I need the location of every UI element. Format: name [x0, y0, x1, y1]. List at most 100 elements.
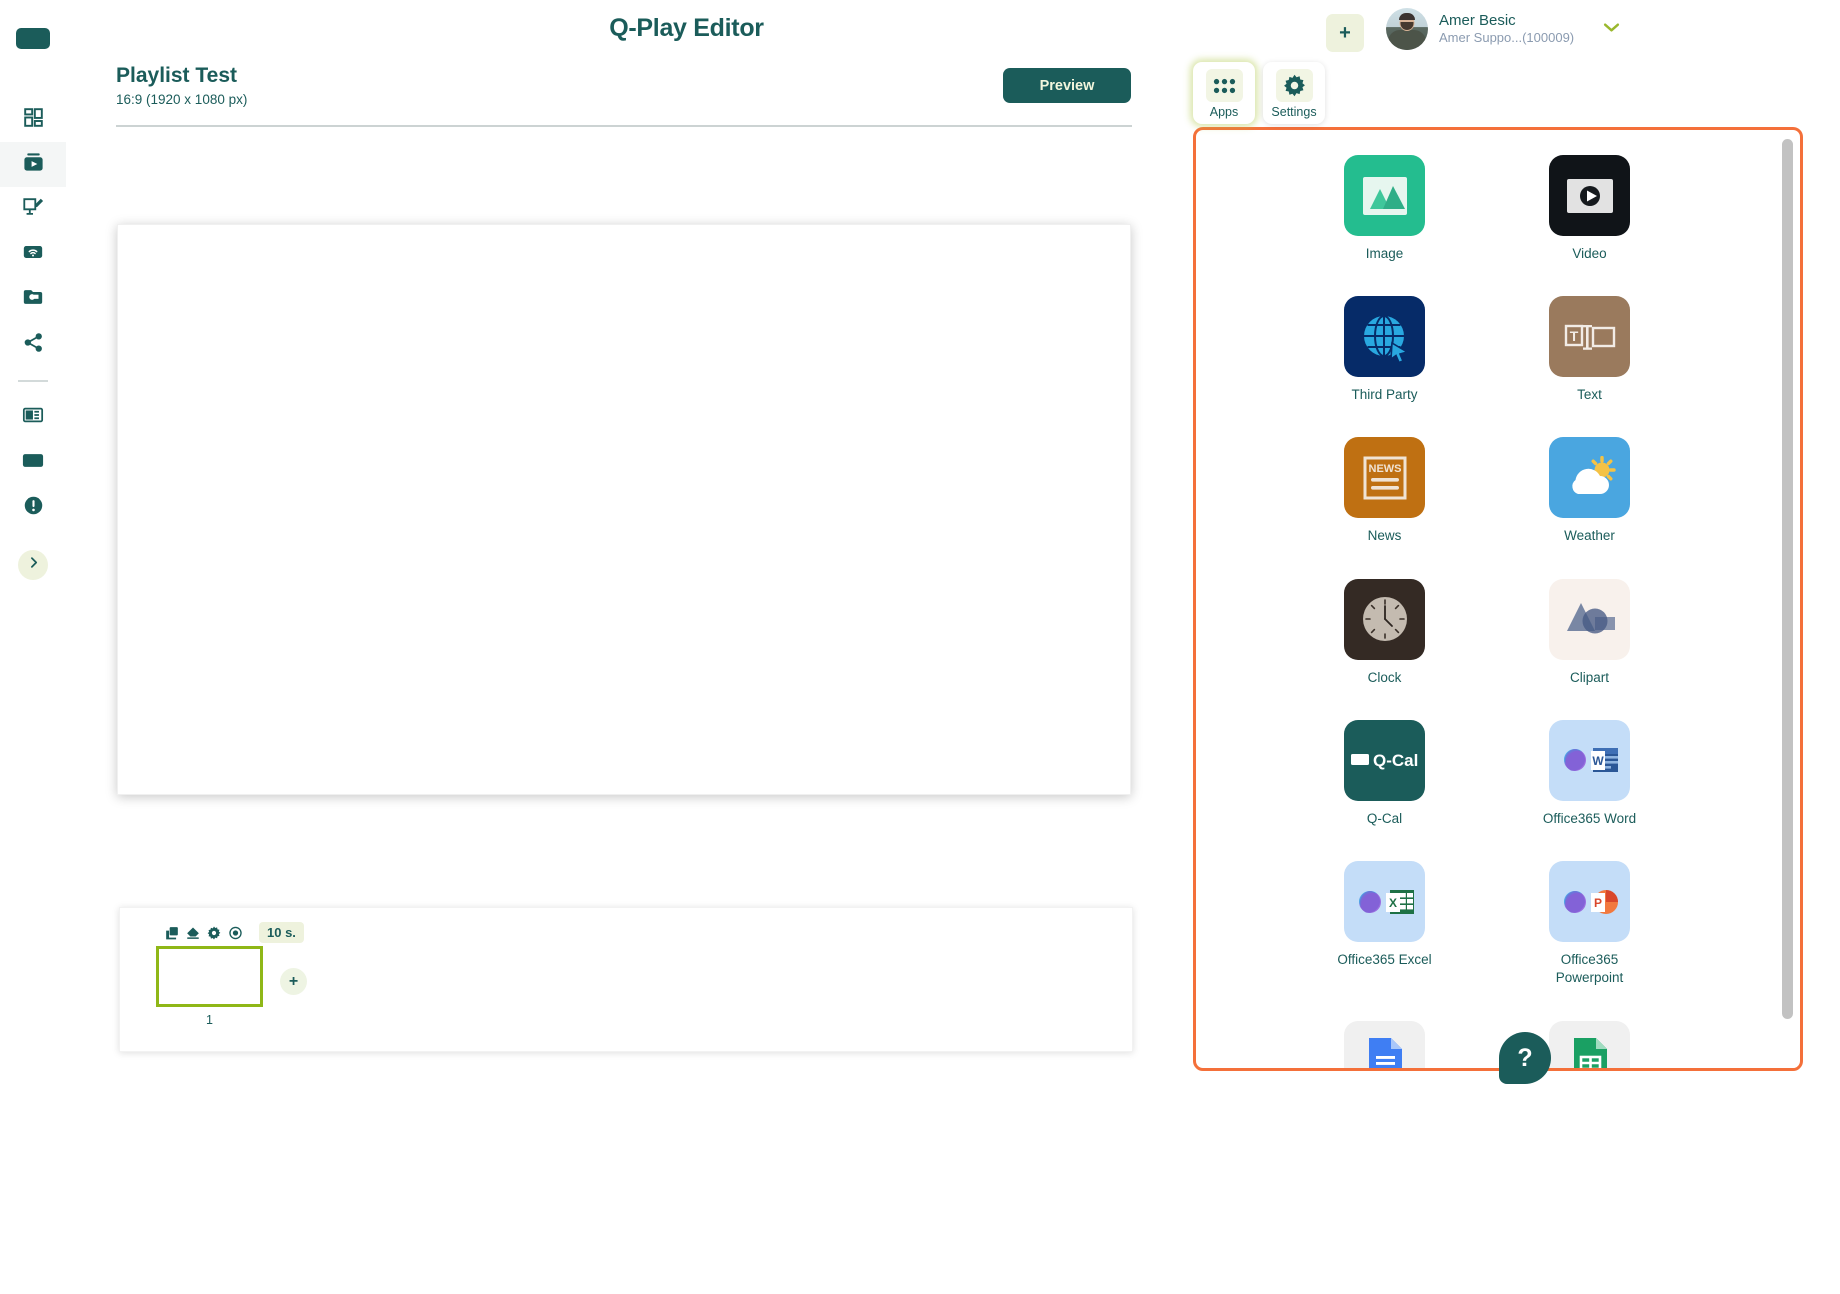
app-weather[interactable]: Weather: [1487, 437, 1692, 545]
app-label: News: [1367, 528, 1402, 544]
sidebar-item-alerts[interactable]: [0, 485, 66, 530]
tab-settings-label: Settings: [1271, 105, 1317, 119]
apps-grid-icon: [1205, 69, 1243, 102]
panel-tabs: Apps Settings: [1193, 62, 1325, 124]
eye-icon[interactable]: [228, 926, 243, 940]
dashboard-grid-icon: [23, 107, 44, 133]
eraser-icon[interactable]: [186, 926, 200, 940]
app-text[interactable]: T Text: [1487, 296, 1692, 404]
newspaper-icon: [22, 404, 44, 431]
user-account: Amer Suppo...(100009): [1439, 30, 1575, 46]
app-office365-powerpoint[interactable]: P Office365 Powerpoint: [1487, 861, 1692, 987]
app-logo[interactable]: [16, 28, 50, 49]
image-icon: [1344, 155, 1425, 236]
help-button[interactable]: ?: [1499, 1032, 1551, 1084]
apps-grid: Image Video Third Party T Text NEWS News…: [1282, 130, 1692, 1068]
app-image[interactable]: Image: [1282, 155, 1487, 263]
svg-text:W: W: [1592, 754, 1604, 768]
gsheets-icon: [1549, 1020, 1630, 1068]
app-label: Q-Cal: [1366, 810, 1403, 826]
add-slide-button[interactable]: +: [280, 968, 307, 995]
app-label: Text: [1577, 387, 1602, 403]
slide-index: 1: [206, 1013, 213, 1027]
apps-scrollbar-thumb[interactable]: [1782, 139, 1793, 1019]
share-nodes-icon: [23, 332, 44, 358]
app-video[interactable]: Video: [1487, 155, 1692, 263]
playlist-title: Playlist Test: [116, 64, 237, 87]
slide-duration[interactable]: 10 s.: [259, 922, 304, 943]
tab-apps-label: Apps: [1209, 105, 1239, 119]
sidebar-item-dashboard[interactable]: [0, 97, 66, 142]
word-icon: W: [1549, 719, 1630, 801]
powerpoint-icon: P: [1549, 861, 1630, 943]
news-icon: NEWS: [1344, 437, 1425, 519]
preview-button[interactable]: Preview: [1003, 68, 1131, 103]
app-label: Video: [1572, 246, 1607, 261]
gdocs-icon: [1344, 1020, 1425, 1068]
header-divider: [116, 125, 1132, 127]
sidebar-item-media[interactable]: [0, 277, 66, 322]
sidebar-expand-button[interactable]: [18, 550, 48, 580]
svg-text:T: T: [1569, 328, 1578, 344]
gear-icon[interactable]: [207, 925, 221, 940]
left-sidebar: [0, 0, 66, 1294]
add-button[interactable]: +: [1326, 14, 1364, 52]
qcal-icon: Q-Cal: [1344, 719, 1425, 801]
video-icon: [1549, 155, 1630, 236]
slide-canvas[interactable]: [117, 224, 1131, 795]
app-label: Weather: [1564, 528, 1615, 544]
weather-icon: [1549, 437, 1630, 519]
display-icon: [22, 453, 44, 473]
chevron-down-icon[interactable]: [1603, 20, 1620, 38]
avatar: [1386, 8, 1428, 50]
screen-edit-icon: [22, 196, 44, 223]
app-news[interactable]: NEWS News: [1282, 437, 1487, 545]
playlist-header: Playlist Test 16:9 (1920 x 1080 px): [116, 64, 247, 107]
sidebar-divider: [18, 380, 48, 382]
app-clipart[interactable]: Clipart: [1487, 578, 1692, 687]
clipart-icon: [1549, 578, 1630, 660]
excel-icon: X: [1344, 861, 1425, 943]
app-label: Office365 Powerpoint: [1555, 952, 1624, 986]
apps-scroll-area: Image Video Third Party T Text NEWS News…: [1196, 130, 1774, 1068]
user-name: Amer Besic: [1439, 11, 1516, 29]
media-playlist-icon: [22, 151, 45, 179]
sidebar-item-screens[interactable]: [0, 440, 66, 485]
app-third-party[interactable]: Third Party: [1282, 296, 1487, 404]
app-clock[interactable]: Clock: [1282, 578, 1487, 687]
slide-timeline: 10 s. 1 +: [119, 907, 1133, 1052]
page-title: Q-Play Editor: [609, 14, 764, 42]
chevron-right-icon: [27, 556, 40, 574]
user-menu[interactable]: Amer Besic Amer Suppo...(100009): [1386, 8, 1620, 50]
tab-settings[interactable]: Settings: [1263, 62, 1325, 124]
sidebar-item-share[interactable]: [0, 322, 66, 367]
tab-apps[interactable]: Apps: [1193, 62, 1255, 124]
wifi-screen-icon: [22, 241, 44, 268]
svg-text:NEWS: NEWS: [1368, 463, 1401, 475]
app-google-docs[interactable]: Google Docs: [1282, 1020, 1487, 1068]
gear-icon: [1275, 69, 1313, 102]
svg-text:P: P: [1593, 896, 1601, 910]
text-box-icon: T: [1549, 296, 1630, 378]
app-label: Office365 Excel: [1337, 952, 1432, 968]
sidebar-item-designer[interactable]: [0, 187, 66, 232]
copy-icon[interactable]: [165, 926, 179, 940]
media-library-icon: [22, 286, 44, 313]
playlist-resolution: 16:9 (1920 x 1080 px): [116, 92, 248, 107]
app-label: Office365 Word: [1542, 810, 1637, 826]
sidebar-item-playlists[interactable]: [0, 142, 66, 187]
globe-icon: [1344, 296, 1425, 378]
sidebar-item-broadcast[interactable]: [0, 232, 66, 277]
slide-thumbnail[interactable]: [156, 946, 263, 1007]
app-label: Clipart: [1569, 669, 1609, 685]
app-office365-word[interactable]: W Office365 Word: [1487, 719, 1692, 828]
sidebar-item-news[interactable]: [0, 395, 66, 440]
clock-icon: [1344, 578, 1425, 660]
app-qcal[interactable]: Q-Cal Q-Cal: [1282, 719, 1487, 828]
app-office365-excel[interactable]: X Office365 Excel: [1282, 861, 1487, 987]
apps-scrollbar-track[interactable]: [1782, 133, 1797, 1068]
svg-text:Q-Cal: Q-Cal: [1373, 751, 1418, 770]
app-label: Clock: [1367, 669, 1402, 685]
apps-panel: Image Video Third Party T Text NEWS News…: [1193, 127, 1803, 1071]
alert-circle-icon: [23, 495, 44, 521]
